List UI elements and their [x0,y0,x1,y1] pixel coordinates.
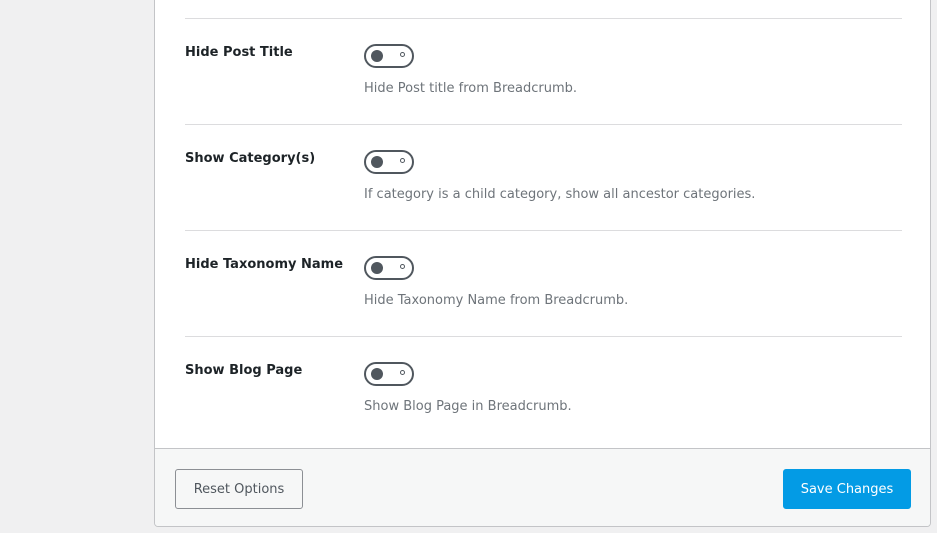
option-description: Show Blog Page in Breadcrumb. [364,399,572,414]
reset-options-button[interactable]: Reset Options [175,469,303,509]
option-row-show-blog-page: Show Blog Page Show Blog Page in Breadcr… [185,337,902,443]
toggle-knob [371,50,383,62]
option-label: Hide Taxonomy Name [185,257,344,272]
toggle-off-indicator-icon [400,264,405,269]
show-blog-page-toggle[interactable] [364,362,414,386]
option-row-hide-taxonomy-name: Hide Taxonomy Name Hide Taxonomy Name fr… [185,231,902,337]
option-label: Hide Post Title [185,45,293,60]
hide-post-title-toggle[interactable] [364,44,414,68]
show-category-toggle[interactable] [364,150,414,174]
toggle-off-indicator-icon [400,52,405,57]
option-label: Show Blog Page [185,363,303,378]
option-label: Show Category(s) [185,151,316,166]
toggle-knob [371,262,383,274]
toggle-knob [371,368,383,380]
option-description: If category is a child category, show al… [364,187,756,202]
option-description: Hide Taxonomy Name from Breadcrumb. [364,293,629,308]
save-changes-button[interactable]: Save Changes [783,469,911,509]
toggle-off-indicator-icon [400,158,405,163]
toggle-off-indicator-icon [400,370,405,375]
option-row-hide-post-title: Hide Post Title Hide Post title from Bre… [185,19,902,125]
toggle-knob [371,156,383,168]
hide-taxonomy-name-toggle[interactable] [364,256,414,280]
option-row-show-category: Show Category(s) If category is a child … [185,125,902,231]
panel-footer: Reset Options Save Changes [155,448,930,526]
option-description: Hide Post title from Breadcrumb. [364,81,578,96]
settings-panel: Hide Post Title Hide Post title from Bre… [154,0,931,527]
